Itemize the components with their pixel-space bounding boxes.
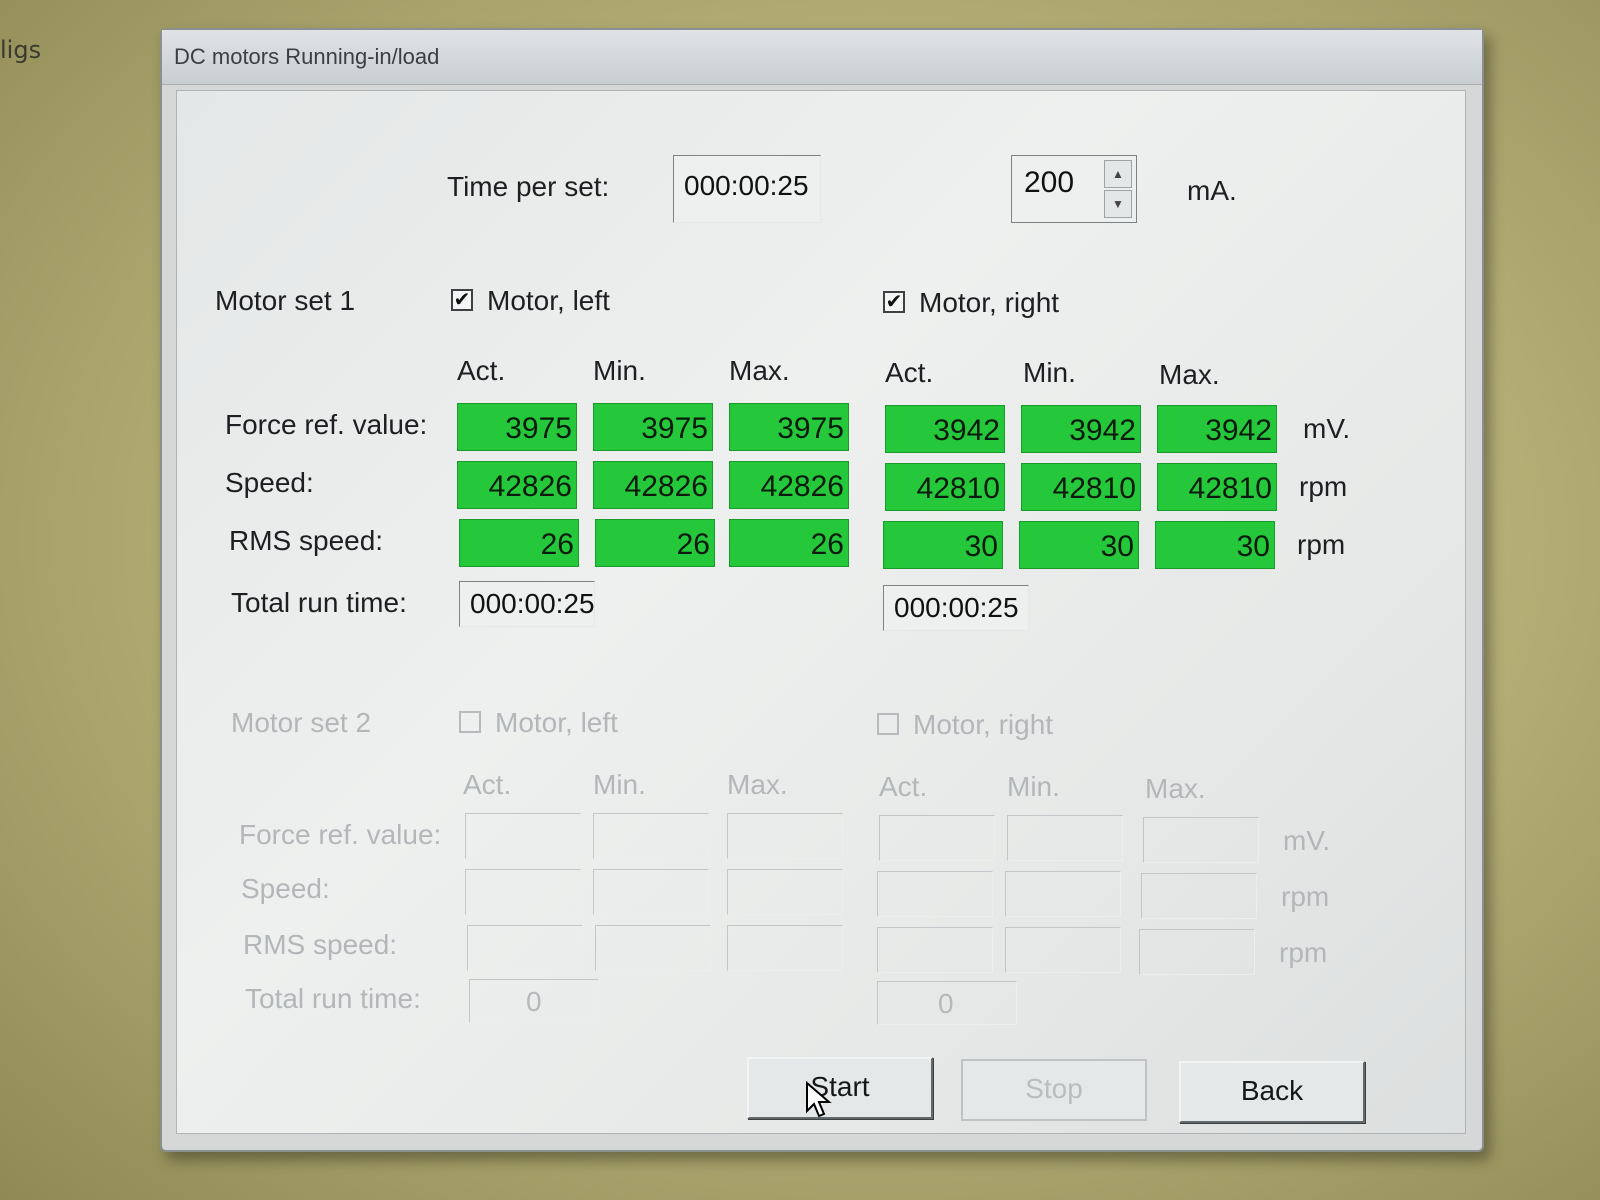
set2-left-force-act[interactable]	[465, 813, 581, 859]
set2-unit-mv: mV.	[1283, 825, 1331, 856]
unit-mv: mV.	[1303, 413, 1351, 444]
set2-unit-rpm-rms: rpm	[1279, 937, 1328, 968]
right-speed-min: 42810	[1021, 463, 1141, 511]
dialog-client-area: Time per set: 000:00:25 200 ▲ ▼ mA. Moto…	[176, 90, 1466, 1134]
left-speed-act: 42826	[457, 461, 577, 509]
set2-right-total-run-time[interactable]: 0	[877, 981, 1017, 1025]
background-edge-text: ligs	[0, 36, 42, 64]
set2-unit-rpm-speed: rpm	[1281, 881, 1330, 912]
motor-set1-left-checkbox[interactable]: ✔	[451, 289, 473, 311]
time-per-set-field[interactable]: 000:00:25	[673, 155, 821, 223]
motor-set-2-label: Motor set 2	[231, 707, 372, 738]
right-rms-min: 30	[1019, 521, 1139, 569]
col-act-right: Act.	[885, 357, 934, 388]
window-title: DC motors Running-in/load	[174, 44, 440, 69]
set2-left-rms-max[interactable]	[727, 925, 843, 971]
motor-set1-left-label: Motor, left	[487, 285, 610, 316]
motor-set-1-label: Motor set 1	[215, 285, 356, 316]
motor-set2-right-label: Motor, right	[913, 709, 1054, 740]
spin-down-icon[interactable]: ▼	[1104, 190, 1132, 218]
checkmark-icon: ✔	[885, 291, 903, 313]
col-act-left: Act.	[457, 355, 506, 386]
current-unit: mA.	[1187, 175, 1237, 206]
motor-set1-right-checkbox[interactable]: ✔	[883, 291, 905, 313]
row-total-label: Total run time:	[231, 587, 407, 618]
right-speed-max: 42810	[1157, 463, 1277, 511]
right-force-act: 3942	[885, 405, 1005, 453]
right-total-run-time[interactable]: 000:00:25	[883, 585, 1029, 631]
checkmark-icon: ✔	[453, 289, 471, 311]
right-speed-act: 42810	[885, 463, 1005, 511]
title-bar[interactable]: DC motors Running-in/load	[162, 30, 1482, 85]
set2-left-total-run-time[interactable]: 0	[469, 979, 599, 1023]
current-value: 200	[1024, 166, 1075, 199]
set2-row-rms-label: RMS speed:	[243, 929, 398, 960]
col-min-left: Min.	[593, 355, 646, 386]
set2-right-rms-max[interactable]	[1139, 929, 1255, 975]
set2-left-speed-max[interactable]	[727, 869, 843, 915]
left-rms-min: 26	[595, 519, 715, 567]
right-rms-act: 30	[883, 521, 1003, 569]
col-min-right: Min.	[1023, 357, 1076, 388]
left-force-act: 3975	[457, 403, 577, 451]
set2-row-force-label: Force ref. value:	[239, 819, 442, 850]
set2-left-rms-min[interactable]	[595, 925, 711, 971]
col-max-right: Max.	[1159, 359, 1220, 390]
back-button[interactable]: Back	[1179, 1061, 1365, 1123]
left-force-min: 3975	[593, 403, 713, 451]
spin-up-icon[interactable]: ▲	[1104, 160, 1132, 188]
set2-right-speed-max[interactable]	[1141, 873, 1257, 919]
right-force-min: 3942	[1021, 405, 1141, 453]
set2-right-speed-min[interactable]	[1005, 871, 1121, 917]
set2-left-force-min[interactable]	[593, 813, 709, 859]
set2-col-act-right: Act.	[879, 771, 928, 802]
row-rms-label: RMS speed:	[229, 525, 384, 556]
set2-col-min-left: Min.	[593, 769, 646, 800]
set2-col-min-right: Min.	[1007, 771, 1060, 802]
motor-set2-left-checkbox[interactable]	[459, 711, 481, 733]
left-rms-act: 26	[459, 519, 579, 567]
left-speed-min: 42826	[593, 461, 713, 509]
left-total-run-time[interactable]: 000:00:25	[459, 581, 595, 627]
set2-right-force-min[interactable]	[1007, 815, 1123, 861]
start-button[interactable]: Start	[747, 1057, 933, 1119]
stop-button[interactable]: Stop	[961, 1059, 1147, 1121]
set2-col-max-right: Max.	[1145, 773, 1206, 804]
dialog-window: DC motors Running-in/load Time per set: …	[160, 28, 1484, 1152]
set2-col-act-left: Act.	[463, 769, 512, 800]
set2-right-rms-act[interactable]	[877, 927, 993, 973]
set2-left-force-max[interactable]	[727, 813, 843, 859]
left-force-max: 3975	[729, 403, 849, 451]
time-per-set-label: Time per set:	[447, 171, 610, 202]
set2-left-rms-act[interactable]	[467, 925, 583, 971]
set2-right-rms-min[interactable]	[1005, 927, 1121, 973]
set2-col-max-left: Max.	[727, 769, 788, 800]
left-rms-max: 26	[729, 519, 849, 567]
set2-right-speed-act[interactable]	[877, 871, 993, 917]
motor-set2-right-checkbox[interactable]	[877, 713, 899, 735]
unit-rpm-speed: rpm	[1299, 471, 1348, 502]
right-rms-max: 30	[1155, 521, 1275, 569]
set2-right-force-max[interactable]	[1143, 817, 1259, 863]
motor-set2-left-label: Motor, left	[495, 707, 618, 738]
set2-right-force-act[interactable]	[879, 815, 995, 861]
row-speed-label: Speed:	[225, 467, 314, 498]
right-force-max: 3942	[1157, 405, 1277, 453]
col-max-left: Max.	[729, 355, 790, 386]
unit-rpm-rms: rpm	[1297, 529, 1346, 560]
motor-set1-right-label: Motor, right	[919, 287, 1060, 318]
set2-row-speed-label: Speed:	[241, 873, 330, 904]
left-speed-max: 42826	[729, 461, 849, 509]
set2-left-speed-act[interactable]	[465, 869, 581, 915]
current-spinbox[interactable]: 200 ▲ ▼	[1011, 155, 1137, 223]
set2-row-total-label: Total run time:	[245, 983, 421, 1014]
row-force-label: Force ref. value:	[225, 409, 428, 440]
set2-left-speed-min[interactable]	[593, 869, 709, 915]
mouse-pointer-icon	[806, 1081, 832, 1118]
